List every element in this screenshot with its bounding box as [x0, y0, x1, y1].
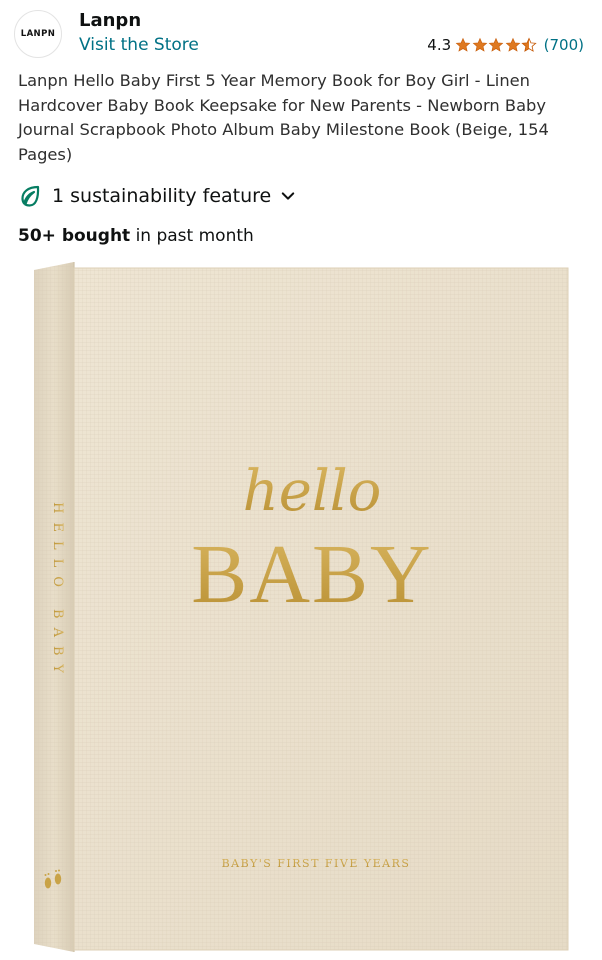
- spine-text: HELLO BABY: [50, 502, 65, 682]
- rating-count[interactable]: (700): [544, 36, 584, 54]
- leaf-icon: [21, 185, 40, 207]
- star-rating: [455, 37, 538, 53]
- sustainability-feature-toggle[interactable]: 1 sustainability feature: [18, 184, 297, 208]
- sustainability-label: 1 sustainability feature: [52, 185, 272, 207]
- visit-store-link[interactable]: Visit the Store: [79, 35, 199, 55]
- product-image[interactable]: HELLO BABY hello BABY BABY'S FIRST FIVE …: [30, 262, 574, 954]
- rating-value: 4.3: [427, 36, 452, 54]
- store-logo-text: LANPN: [20, 29, 56, 39]
- star-icon-full: [488, 37, 504, 52]
- store-logo[interactable]: LANPN: [14, 10, 62, 58]
- cover-subtitle: BABY'S FIRST FIVE YEARS: [222, 857, 411, 870]
- cover-title-baby: BABY: [191, 528, 432, 621]
- star-icon-half: [521, 37, 537, 52]
- store-name[interactable]: Lanpn: [79, 10, 141, 31]
- bought-count: 50+ bought: [18, 226, 131, 246]
- star-icon-full: [505, 37, 520, 52]
- book-cover-illustration: HELLO BABY hello BABY BABY'S FIRST FIVE …: [34, 262, 569, 952]
- bought-suffix: in past month: [130, 226, 254, 246]
- star-icon-full: [472, 37, 487, 52]
- rating-summary[interactable]: 4.3 (700): [427, 36, 584, 54]
- bought-in-past-month: 50+ bought in past month: [18, 226, 254, 246]
- chevron-down-icon: [282, 192, 295, 200]
- star-icon-full: [455, 37, 471, 52]
- product-title: Lanpn Hello Baby First 5 Year Memory Boo…: [18, 71, 549, 164]
- cover-script-hello: hello: [243, 459, 382, 524]
